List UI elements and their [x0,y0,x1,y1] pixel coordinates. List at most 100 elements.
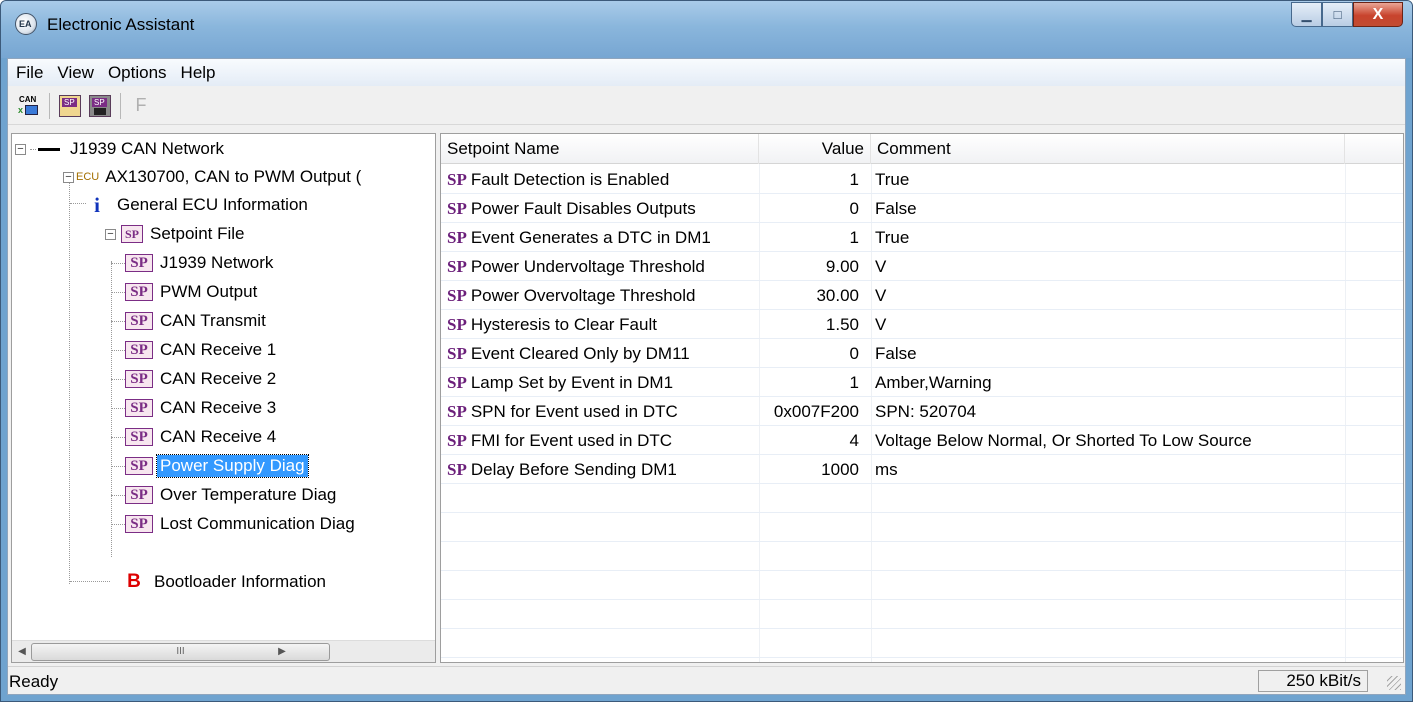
tree-label-setpoint: Lost Communication Diag [160,514,355,533]
menu-help[interactable]: Help [174,63,223,83]
status-bar: Ready 250 kBit/s [8,666,1405,694]
table-row[interactable]: SP Power Overvoltage Threshold 30.00 V [441,281,1403,310]
table-row[interactable]: SP Event Generates a DTC in DM1 1 True [441,223,1403,252]
ecu-tree-view[interactable]: − J1939 CAN Network − ECU AX130700, CAN … [11,133,436,663]
setpoint-icon: SP [125,457,153,475]
tree-node-bootloader[interactable]: B Bootloader Information [125,568,329,596]
collapse-icon[interactable]: − [63,171,74,183]
ecu-icon: ECU [76,171,100,183]
table-row[interactable]: SP Power Fault Disables Outputs 0 False [441,194,1403,223]
table-row[interactable]: SP FMI for Event used in DTC 4 Voltage Belo… [441,426,1403,455]
setpoint-value-cell[interactable]: 9.00 [759,252,865,281]
setpoint-comment-cell: False [875,344,917,363]
setpoint-name-cell: SP Power Undervoltage Threshold [447,252,757,281]
setpoint-name: Event Generates a DTC in DM1 [470,228,711,247]
setpoint-icon: SP [447,199,467,218]
toolbar-separator [120,92,121,119]
tree-node-setpoint[interactable]: SP PWM Output [111,278,260,306]
setpoint-value-cell[interactable]: 30.00 [759,281,865,310]
setpoint-icon: SP [125,283,153,301]
setpoint-name-cell: SP Delay Before Sending DM1 [447,455,757,484]
setpoint-name-cell: SP Power Fault Disables Outputs [447,194,757,223]
scroll-left-icon[interactable]: ◀ [14,644,30,660]
setpoint-value-cell[interactable]: 1 [759,223,865,252]
open-setpoint-icon: SP [59,94,81,117]
tree-label-setpoint: CAN Receive 4 [160,427,277,446]
column-header-comment[interactable]: Comment [871,134,1345,164]
close-button[interactable]: X [1353,2,1403,27]
app-window: EA Electronic Assistant ▁ □ X File View … [0,0,1413,702]
table-row[interactable]: SP Delay Before Sending DM1 1000 ms [441,455,1403,484]
table-row[interactable]: SP Fault Detection is Enabled 1 True [441,165,1403,194]
setpoint-name: Event Cleared Only by DM11 [470,344,690,363]
baud-rate-indicator: 250 kBit/s [1258,670,1368,692]
tree-node-ecu[interactable]: − ECU AX130700, CAN to PWM Output ( [63,163,364,191]
connect-can-button[interactable]: CAN x [16,93,42,119]
setpoint-comment-cell: True [875,170,910,189]
tree-horizontal-scrollbar[interactable]: ◀ III ▶ [12,640,435,662]
tree-node-setpoint[interactable]: SP CAN Receive 3 [111,394,279,422]
grid-header: Setpoint Name Value Comment [441,134,1403,164]
table-row[interactable]: SP Hysteresis to Clear Fault 1.50 V [441,310,1403,339]
maximize-button[interactable]: □ [1322,2,1353,27]
tree-node-setpoint-file[interactable]: − SP Setpoint File [105,220,248,248]
window-title: Electronic Assistant [47,15,195,34]
flash-icon: F [135,95,147,115]
flash-button[interactable]: F [128,93,154,119]
table-row[interactable]: SP SPN for Event used in DTC 0x007F200 SPN:… [441,397,1403,426]
setpoint-value-cell[interactable]: 1000 [759,455,865,484]
setpoint-value-cell[interactable]: 4 [759,426,865,455]
tree-node-setpoint[interactable]: SP Over Temperature Diag [111,481,339,509]
setpoint-name: Delay Before Sending DM1 [470,460,677,479]
tree-node-setpoint[interactable]: SP J1939 Network [111,249,276,277]
setpoint-icon: SP [125,486,153,504]
tree-node-setpoint[interactable]: SP Lost Communication Diag [111,510,358,538]
minimize-button[interactable]: ▁ [1291,2,1322,27]
setpoint-name-cell: SP Lamp Set by Event in DM1 [447,368,757,397]
setpoint-value-cell[interactable]: 0x007F200 [759,397,865,426]
setpoint-icon: SP [447,170,467,189]
menu-options[interactable]: Options [101,63,174,83]
setpoint-comment-cell: V [875,257,887,276]
open-setpoint-file-button[interactable]: SP [57,93,83,119]
setpoint-name-cell: SP Event Generates a DTC in DM1 [447,223,757,252]
save-setpoint-file-button[interactable]: SP [87,93,113,119]
title-bar[interactable]: EA Electronic Assistant ▁ □ X [1,1,1412,58]
toolbar-separator [49,92,50,119]
table-row[interactable]: SP Event Cleared Only by DM11 0 False [441,339,1403,368]
tree-label-setpoint: CAN Receive 3 [160,398,277,417]
setpoint-icon: SP [125,312,153,330]
tree-node-setpoint[interactable]: SP CAN Receive 4 [111,423,279,451]
menu-file[interactable]: File [9,63,50,83]
setpoint-icon: SP [447,286,467,305]
tree-node-network[interactable]: − J1939 CAN Network [15,135,227,163]
table-row[interactable]: SP Power Undervoltage Threshold 9.00 V [441,252,1403,281]
setpoint-icon: SP [447,315,467,334]
setpoint-value-cell[interactable]: 0 [759,194,865,223]
tree-node-setpoint[interactable]: SP CAN Transmit [111,307,269,335]
table-row[interactable]: SP Lamp Set by Event in DM1 1 Amber,Warning [441,368,1403,397]
tree-node-setpoint[interactable]: SP Power Supply Diag [111,452,309,480]
menu-view[interactable]: View [50,63,101,83]
tree-node-setpoint[interactable]: SP CAN Receive 2 [111,365,279,393]
setpoint-value-cell[interactable]: 1 [759,368,865,397]
setpoint-comment-cell: V [875,315,887,334]
setpoint-name: Power Undervoltage Threshold [470,257,705,276]
setpoint-icon: SP [447,228,467,247]
column-header-value[interactable]: Value [759,134,871,164]
setpoint-value-cell[interactable]: 1.50 [759,310,865,339]
tree-node-general-info[interactable]: i General ECU Information [88,191,311,219]
column-header-name[interactable]: Setpoint Name [441,134,759,164]
tree-node-setpoint[interactable]: SP CAN Receive 1 [111,336,279,364]
tree-label-setpoint-file: Setpoint File [150,224,245,243]
collapse-icon[interactable]: − [15,143,26,155]
collapse-icon[interactable]: − [105,228,116,240]
setpoint-name: FMI for Event used in DTC [470,431,673,450]
tree-label-setpoint: Power Supply Diag [156,454,309,478]
setpoint-value-cell[interactable]: 0 [759,339,865,368]
setpoint-name: SPN for Event used in DTC [470,402,678,421]
setpoint-value-cell[interactable]: 1 [759,165,865,194]
scroll-right-icon[interactable]: ▶ [274,644,290,660]
tree-label-setpoint: PWM Output [160,282,258,301]
resize-grip-icon[interactable] [1387,676,1401,690]
